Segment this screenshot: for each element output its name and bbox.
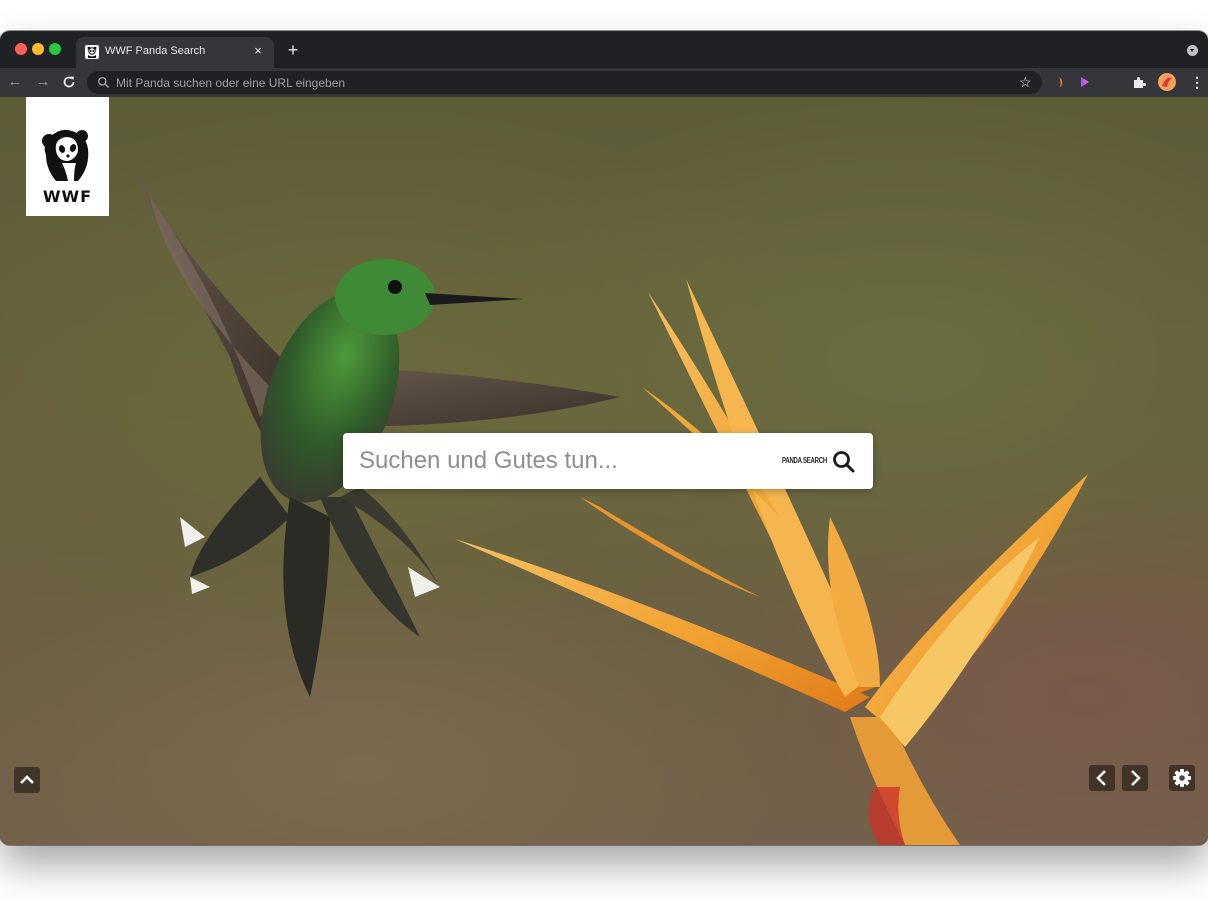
next-image-button[interactable] [1122, 765, 1148, 791]
maximize-window-button[interactable] [49, 43, 61, 55]
browser-menu-button[interactable]: ⋮ [1190, 74, 1204, 90]
scroll-up-button[interactable] [14, 767, 40, 793]
address-bar[interactable]: Mit Panda suchen oder eine URL eingeben [87, 71, 1042, 94]
extensions-puzzle-icon[interactable] [1132, 75, 1146, 89]
panda-favicon-icon [85, 45, 99, 59]
previous-image-button[interactable] [1089, 765, 1115, 791]
chevron-up-icon [20, 775, 34, 784]
tab-title: WWF Panda Search [105, 45, 206, 57]
back-button[interactable]: ← [5, 72, 25, 92]
profile-avatar[interactable] [1158, 73, 1176, 91]
bookmark-star-icon[interactable]: ☆ [1019, 73, 1032, 91]
close-tab-icon[interactable]: × [250, 43, 266, 59]
wwf-logo[interactable]: WWF [26, 97, 109, 216]
wwf-logo-text: WWF [42, 187, 93, 206]
chevron-right-icon [1131, 770, 1141, 786]
search-box: PANDA SEARCH [343, 433, 873, 489]
browser-window: WWF Panda Search × + ← → Mit Panda suche… [0, 31, 1208, 845]
minimize-window-button[interactable] [32, 43, 44, 55]
tab-search-icon[interactable] [1187, 45, 1198, 56]
tab-wwf-panda-search[interactable]: WWF Panda Search × [76, 37, 274, 68]
search-icon [98, 77, 110, 89]
browser-toolbar: ← → Mit Panda suchen oder eine URL einge… [0, 68, 1208, 97]
gear-icon [1173, 769, 1191, 787]
address-bar-placeholder: Mit Panda suchen oder eine URL eingeben [116, 76, 346, 90]
panda-search-brand-label: PANDA SEARCH [782, 456, 827, 465]
settings-button[interactable] [1169, 765, 1195, 791]
search-input[interactable] [359, 433, 759, 489]
search-icon[interactable] [831, 449, 857, 475]
new-tab-page: WWF PANDA SEARCH [0, 97, 1208, 845]
extension-orange-icon[interactable] [1055, 76, 1067, 88]
reload-button[interactable] [59, 72, 79, 92]
extension-purple-icon[interactable] [1079, 76, 1091, 88]
close-window-button[interactable] [15, 43, 27, 55]
tab-strip: WWF Panda Search × + [0, 31, 1208, 68]
forward-button[interactable]: → [33, 72, 53, 92]
chevron-left-icon [1096, 770, 1106, 786]
new-tab-button[interactable]: + [284, 41, 302, 59]
